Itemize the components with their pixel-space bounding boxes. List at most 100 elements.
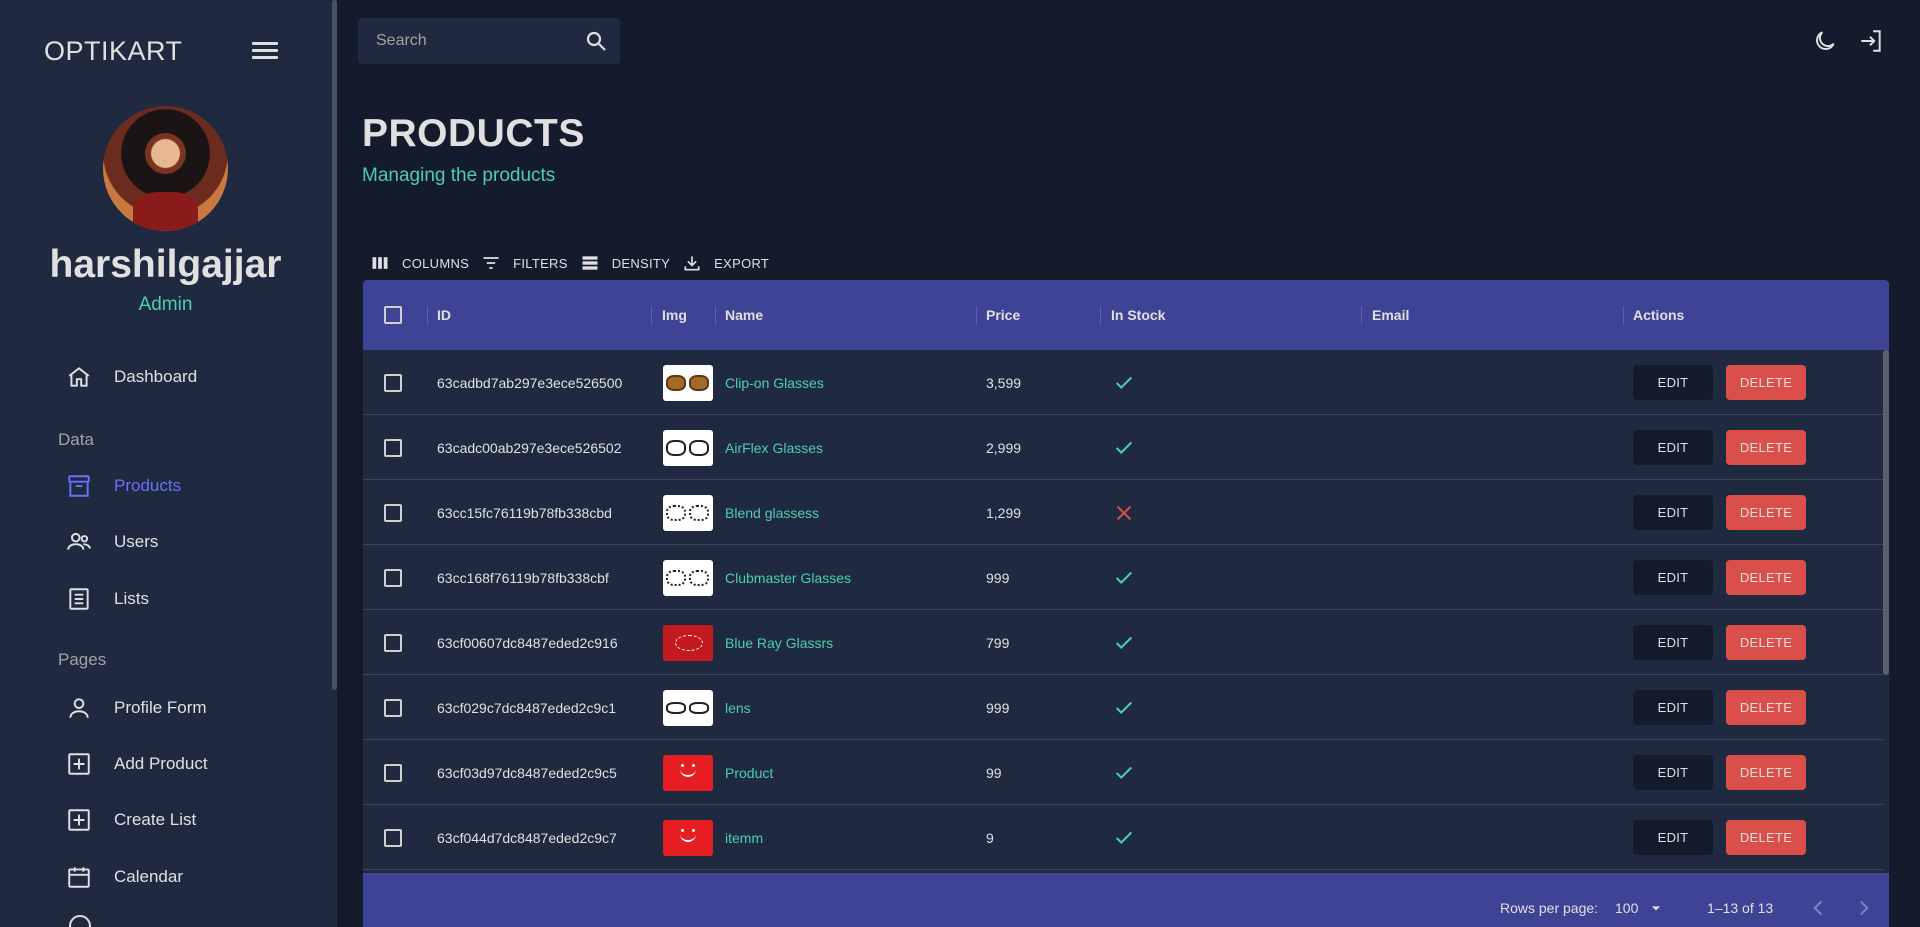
export-label: EXPORT — [714, 255, 770, 271]
sidebar-scrollbar[interactable] — [332, 0, 337, 690]
edit-button[interactable]: EDIT — [1633, 430, 1713, 465]
rows-per-page-label: Rows per page: — [1500, 900, 1599, 916]
caret-down-icon — [1652, 906, 1661, 911]
product-id: 63cadc00ab297e3ece526502 — [437, 439, 622, 456]
sidebar-item-label: Products — [114, 476, 182, 495]
table-row[interactable]: 63cadc00ab297e3ece526502 AirFlex Glasses… — [363, 415, 1883, 480]
product-name[interactable]: Blue Ray Glassrs — [725, 610, 833, 675]
product-name[interactable]: Clip-on Glasses — [725, 350, 824, 415]
row-checkbox[interactable] — [384, 373, 402, 392]
product-name[interactable]: Blend glassess — [725, 480, 819, 545]
sidebar-item-users[interactable]: Users — [66, 522, 158, 562]
check-icon — [1115, 831, 1133, 844]
edit-button[interactable]: EDIT — [1633, 690, 1713, 725]
row-checkbox[interactable] — [384, 698, 402, 717]
sidebar-item-dashboard[interactable]: Dashboard — [66, 357, 197, 397]
column-header-price[interactable]: Price — [986, 280, 1020, 350]
sidebar-item-label: Users — [114, 532, 159, 551]
select-all-cell — [384, 280, 402, 350]
export-button[interactable]: EXPORT — [682, 253, 769, 273]
search-input[interactable] — [376, 18, 576, 64]
column-header-in-stock[interactable]: In Stock — [1111, 280, 1165, 350]
product-price: 999 — [986, 569, 1010, 586]
menu-toggle-button[interactable] — [252, 42, 278, 62]
sidebar-item-add-product[interactable]: Add Product — [66, 744, 208, 784]
sidebar-item-profile-form[interactable]: Profile Form — [66, 688, 207, 728]
delete-button[interactable]: DELETE — [1726, 690, 1806, 725]
column-header-actions[interactable]: Actions — [1633, 280, 1684, 350]
receipt-icon — [69, 588, 89, 610]
delete-button[interactable]: DELETE — [1726, 430, 1806, 465]
delete-button[interactable]: DELETE — [1726, 625, 1806, 660]
delete-button[interactable]: DELETE — [1726, 560, 1806, 595]
product-image — [663, 429, 713, 466]
delete-button[interactable]: DELETE — [1726, 495, 1806, 530]
filters-label: FILTERS — [513, 255, 568, 271]
table-row[interactable]: 63cf03d97dc8487eded2c9c5 Product 99 EDIT… — [363, 740, 1883, 805]
product-name[interactable]: itemm — [725, 805, 763, 870]
table-row[interactable]: 63cc168f76119b78fb338cbf Clubmaster Glas… — [363, 545, 1883, 610]
edit-button[interactable]: EDIT — [1633, 495, 1713, 530]
row-checkbox[interactable] — [384, 763, 402, 782]
delete-button[interactable]: DELETE — [1726, 365, 1806, 400]
delete-button[interactable]: DELETE — [1726, 820, 1806, 855]
product-image — [663, 819, 713, 856]
product-image — [663, 559, 713, 596]
sidebar-item-products[interactable]: Products — [66, 466, 181, 506]
sidebar-item-lists[interactable]: Lists — [66, 579, 149, 619]
check-icon — [1115, 701, 1133, 714]
table-row[interactable]: 63cadbd7ab297e3ece526500 Clip-on Glasses… — [363, 350, 1883, 415]
row-checkbox[interactable] — [384, 503, 402, 522]
row-checkbox[interactable] — [384, 568, 402, 587]
table-row[interactable]: 63cf029c7dc8487eded2c9c1 lens 999 EDIT DE… — [363, 675, 1883, 740]
table-row[interactable]: 63cf00607dc8487eded2c916 Blue Ray Glassr… — [363, 610, 1883, 675]
edit-button[interactable]: EDIT — [1633, 625, 1713, 660]
product-name[interactable]: lens — [725, 675, 751, 740]
rows-per-page-select[interactable]: 100 — [1615, 895, 1666, 921]
product-name[interactable]: Product — [725, 740, 773, 805]
table-row[interactable]: 63cc15fc76119b78fb338cbd Blend glassess … — [363, 480, 1883, 545]
search-icon[interactable] — [584, 29, 608, 53]
product-name[interactable]: AirFlex Glasses — [725, 415, 823, 480]
product-price: 799 — [986, 634, 1010, 651]
product-price: 3,599 — [986, 374, 1022, 391]
column-header-name[interactable]: Name — [725, 280, 763, 350]
column-header-id[interactable]: ID — [437, 280, 451, 350]
table-row[interactable]: 63cf044d7dc8487eded2c9c7 itemm 9 EDIT DEL… — [363, 805, 1883, 870]
filters-button[interactable]: FILTERS — [481, 253, 568, 273]
sidebar-item-create-list[interactable]: Create List — [66, 800, 196, 840]
product-price: 2,999 — [986, 439, 1022, 456]
columns-button[interactable]: COLUMNS — [370, 253, 469, 273]
sidebar-item-label: Calendar — [114, 867, 183, 886]
edit-button[interactable]: EDIT — [1633, 820, 1713, 855]
edit-button[interactable]: EDIT — [1633, 560, 1713, 595]
table-scrollbar[interactable] — [1883, 350, 1889, 675]
column-header-email[interactable]: Email — [1372, 280, 1409, 350]
density-button[interactable]: DENSITY — [580, 253, 670, 273]
select-all-checkbox[interactable] — [384, 306, 402, 324]
column-header-img[interactable]: Img — [662, 280, 687, 350]
sidebar-item-calendar[interactable]: Calendar — [66, 857, 183, 897]
table-footer: Rows per page: 100 1–13 of 13 — [363, 873, 1889, 927]
row-checkbox[interactable] — [384, 828, 402, 847]
product-name[interactable]: Clubmaster Glasses — [725, 545, 851, 610]
edit-button[interactable]: EDIT — [1633, 755, 1713, 790]
section-label-data: Data — [58, 430, 94, 449]
table-header: ID Img Name Price In Stock Email Actions — [363, 280, 1889, 350]
product-id: 63cf03d97dc8487eded2c9c5 — [437, 764, 617, 781]
help-icon — [69, 915, 91, 927]
calendar-icon — [68, 867, 90, 888]
edit-button[interactable]: EDIT — [1633, 365, 1713, 400]
avatar — [103, 106, 228, 231]
dark-mode-icon[interactable] — [1812, 28, 1838, 54]
brand-logo: OPTIKART — [44, 36, 183, 66]
next-page-icon[interactable] — [1851, 895, 1877, 921]
previous-page-icon[interactable] — [1805, 895, 1831, 921]
check-icon — [1115, 376, 1133, 389]
page-subtitle: Managing the products — [362, 165, 556, 186]
logout-icon[interactable] — [1858, 28, 1884, 54]
delete-button[interactable]: DELETE — [1726, 755, 1806, 790]
product-id: 63cadbd7ab297e3ece526500 — [437, 374, 623, 391]
row-checkbox[interactable] — [384, 438, 402, 457]
row-checkbox[interactable] — [384, 633, 402, 652]
